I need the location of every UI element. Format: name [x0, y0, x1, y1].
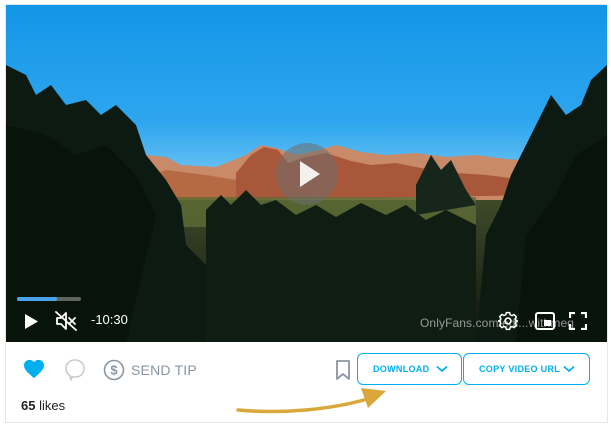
play-icon	[25, 314, 38, 329]
progress-bar[interactable]	[17, 297, 81, 301]
big-play-button[interactable]	[276, 143, 338, 205]
send-tip-label: SEND TIP	[131, 362, 197, 378]
tip-icon: $	[103, 359, 125, 381]
settings-icon	[498, 311, 518, 331]
settings-button[interactable]	[498, 311, 518, 331]
likes-summary: 65 likes	[21, 398, 65, 413]
chevron-down-icon	[563, 366, 575, 372]
play-button[interactable]	[23, 313, 39, 330]
post-card: -10:30 OnlyFans.com/edi...withmeg $ SEND…	[5, 4, 608, 423]
play-icon	[300, 161, 320, 187]
heart-icon	[24, 359, 44, 379]
download-label: DOWNLOAD	[373, 364, 430, 374]
fullscreen-icon	[569, 312, 587, 330]
mute-button[interactable]	[55, 311, 77, 331]
pip-button[interactable]	[535, 312, 555, 330]
send-tip-button[interactable]: $ SEND TIP	[103, 358, 197, 382]
copy-video-url-label: COPY VIDEO URL	[479, 364, 561, 374]
like-button[interactable]	[23, 359, 45, 379]
download-button[interactable]: DOWNLOAD	[357, 353, 462, 385]
likes-label: likes	[39, 398, 66, 413]
comment-icon	[65, 359, 85, 381]
mute-icon	[55, 311, 77, 331]
video-player[interactable]: -10:30 OnlyFans.com/edi...withmeg	[6, 5, 607, 342]
svg-text:$: $	[110, 363, 118, 378]
fullscreen-button[interactable]	[569, 312, 587, 330]
bookmark-icon	[336, 360, 350, 380]
copy-video-url-button[interactable]: COPY VIDEO URL	[463, 353, 590, 385]
chevron-down-icon	[436, 366, 448, 372]
post-actions: $ SEND TIP DOWNLOAD COPY VIDEO URL 65 li…	[6, 342, 607, 424]
bookmark-button[interactable]	[335, 360, 351, 380]
remaining-time: -10:30	[91, 312, 128, 327]
annotation-arrow-icon	[236, 388, 386, 414]
pip-icon	[535, 312, 555, 330]
likes-count: 65	[21, 398, 36, 413]
progress-fill	[17, 297, 57, 301]
comment-button[interactable]	[64, 358, 86, 382]
